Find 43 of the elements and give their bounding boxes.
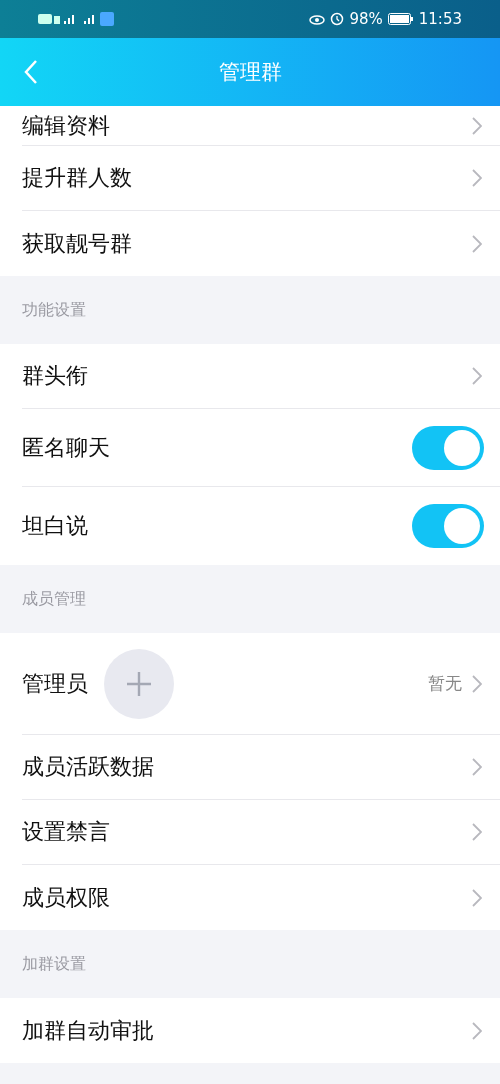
row-label: 加群自动审批 [22, 1016, 154, 1045]
chevron-icon [472, 367, 482, 385]
row-label: 群头衔 [22, 362, 88, 390]
chevron-icon [472, 116, 482, 135]
row-label: 成员权限 [22, 883, 110, 912]
settings-row[interactable]: 坦白说 [22, 487, 500, 565]
row-label: 成员活跃数据 [22, 753, 154, 781]
row-label: 设置禁言 [22, 818, 110, 846]
settings-row[interactable]: 设置禁言 [22, 800, 500, 865]
row-label: 匿名聊天 [22, 433, 110, 462]
settings-row[interactable]: 群头衔 [22, 344, 500, 409]
section-header: 成员管理 [22, 588, 86, 610]
section-header: 功能设置 [22, 299, 86, 321]
section-header: 加群设置 [22, 953, 86, 975]
toggle-switch[interactable] [412, 504, 484, 548]
alarm-icon [330, 12, 345, 26]
chevron-icon [472, 823, 482, 841]
chevron-icon [472, 758, 482, 776]
nav-title: 管理群 [218, 59, 282, 86]
chevron-icon [472, 1021, 482, 1040]
settings-row[interactable]: 提升群人数 [22, 146, 500, 211]
settings-row[interactable]: 成员权限 [22, 865, 500, 930]
clock: 11:53 [418, 10, 462, 28]
settings-row[interactable]: 成员活跃数据 [22, 735, 500, 800]
row-value: 暂无 [428, 672, 462, 695]
battery-icon [387, 13, 414, 25]
chevron-icon [472, 888, 482, 907]
settings-row[interactable]: 获取靓号群 [22, 211, 500, 276]
settings-row[interactable]: 管理员 暂无 [22, 633, 500, 735]
chevron-icon [472, 234, 482, 253]
row-label: 管理员 [22, 669, 88, 698]
row-label: 坦白说 [22, 512, 88, 540]
plus-icon [126, 670, 152, 697]
battery-percent: 98% [349, 10, 383, 28]
toggle-switch[interactable] [412, 425, 484, 470]
row-label: 提升群人数 [22, 164, 132, 192]
chevron-icon [472, 674, 482, 693]
settings-row[interactable]: 编辑资料 [22, 106, 500, 146]
row-label: 获取靓号群 [22, 229, 132, 258]
chevron-icon [472, 169, 482, 187]
row-label: 编辑资料 [22, 111, 110, 140]
settings-row[interactable]: 匿名聊天 [22, 409, 500, 487]
eye-icon [309, 12, 326, 26]
